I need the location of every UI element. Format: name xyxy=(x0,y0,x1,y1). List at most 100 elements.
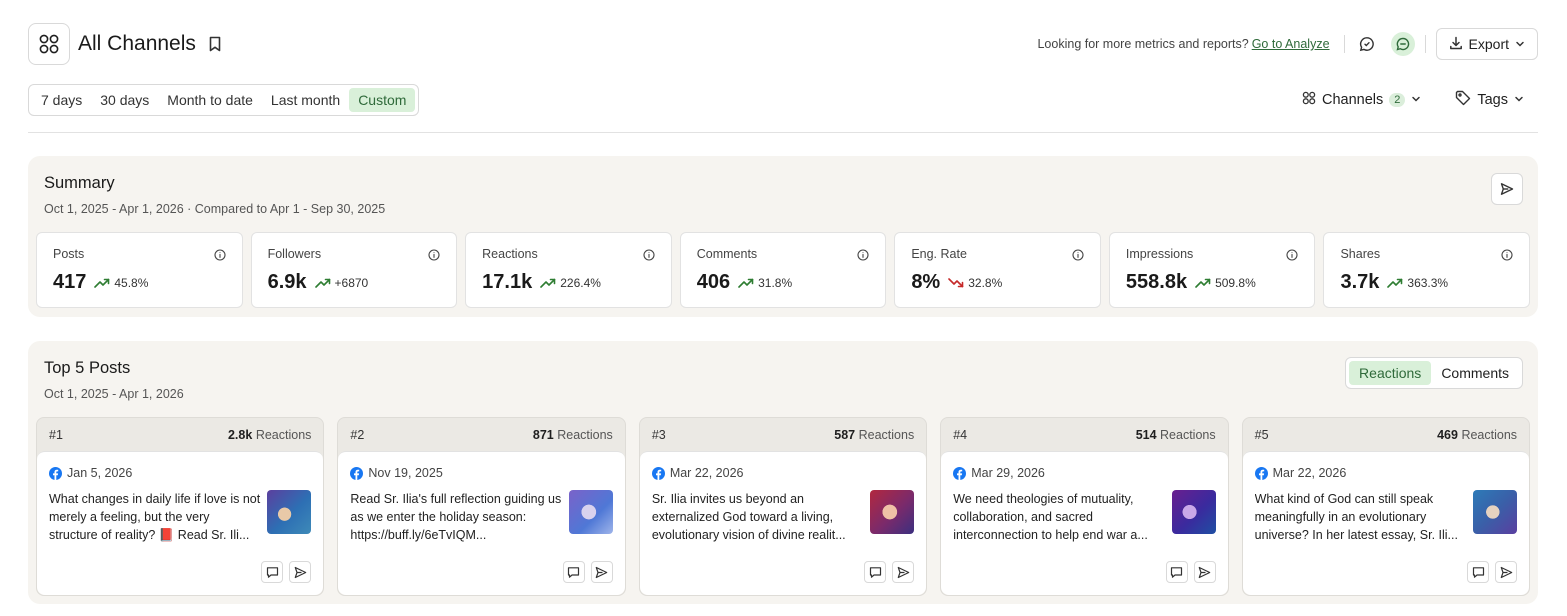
metric-value: 417 xyxy=(53,271,87,293)
posts-row: #1 2.8k Reactions Jan 5, 2026 What changes … xyxy=(36,417,1531,596)
info-icon[interactable] xyxy=(214,248,226,266)
metric-value: 8% xyxy=(911,271,941,293)
send-icon[interactable] xyxy=(590,561,613,583)
tags-filter[interactable]: Tags xyxy=(1455,90,1524,110)
metric-card-comments: Comments 406 31.8% xyxy=(679,232,887,308)
bookmark-icon[interactable] xyxy=(208,36,222,52)
range-30-days[interactable]: 30 days xyxy=(91,88,158,112)
feedback-chat-icon[interactable] xyxy=(1355,32,1379,56)
send-icon[interactable] xyxy=(1193,561,1216,583)
date-range-selector: 7 days 30 days Month to date Last month … xyxy=(28,84,420,116)
toggle-reactions[interactable]: Reactions xyxy=(1349,361,1432,385)
metric-change: 363.3% xyxy=(1407,275,1449,290)
info-icon[interactable] xyxy=(643,248,655,266)
post-rank: #4 xyxy=(953,427,968,442)
range-custom[interactable]: Custom xyxy=(349,88,416,112)
toggle-comments[interactable]: Comments xyxy=(1431,361,1519,385)
comment-icon[interactable] xyxy=(1165,561,1188,583)
channels-filter[interactable]: Channels 2 xyxy=(1302,91,1421,109)
send-icon[interactable] xyxy=(892,561,915,583)
metric-change: 509.8% xyxy=(1215,275,1256,290)
sort-metric-toggle: Reactions Comments xyxy=(1345,357,1523,389)
trend-up-icon xyxy=(314,277,331,289)
metric-card-shares: Shares 3.7k 363.3% xyxy=(1323,232,1531,308)
metric-change: 45.8% xyxy=(114,275,149,290)
metrics-row: Posts 417 45.8% Followers 6.9k +6870 Reactions… xyxy=(36,232,1531,308)
summary-panel: Summary Oct 1, 2025 - Apr 1, 2026 · Comp… xyxy=(28,156,1538,317)
trend-up-icon xyxy=(540,277,556,289)
share-summary-button[interactable] xyxy=(1491,173,1523,205)
comment-icon[interactable] xyxy=(261,561,284,583)
facebook-icon xyxy=(953,466,967,480)
channels-grid-icon[interactable] xyxy=(28,23,70,65)
top-post-card[interactable]: #3 587 Reactions Mar 22, 2026 Sr. Ilia invi… xyxy=(638,417,928,596)
metric-value: 406 xyxy=(696,271,731,293)
post-reaction-count: 587 Reactions xyxy=(834,428,914,442)
export-label: Export xyxy=(1468,36,1509,52)
metric-label: Followers xyxy=(267,247,322,261)
metric-label: Comments xyxy=(696,247,758,261)
info-icon[interactable] xyxy=(1072,248,1084,266)
post-thumbnail[interactable] xyxy=(568,490,613,534)
post-rank: #1 xyxy=(49,427,63,442)
top-post-card[interactable]: #5 469 Reactions Mar 22, 2026 What kind of … xyxy=(1241,417,1531,596)
chevron-down-icon xyxy=(1514,92,1524,108)
info-icon[interactable] xyxy=(857,248,869,266)
range-7-days[interactable]: 7 days xyxy=(32,88,91,112)
metric-card-reactions: Reactions 17.1k 226.4% xyxy=(465,232,672,308)
metric-change: +6870 xyxy=(334,275,369,290)
go-to-analyze-link[interactable]: Go to Analyze xyxy=(1252,37,1330,51)
post-metric-word: Reactions xyxy=(255,427,312,442)
top-posts-panel: Top 5 Posts Oct 1, 2025 - Apr 1, 2026 Re… xyxy=(28,341,1538,604)
post-date: Jan 5, 2026 xyxy=(67,466,133,480)
facebook-icon xyxy=(350,466,364,480)
range-month-to-date[interactable]: Month to date xyxy=(158,88,262,112)
top-post-card[interactable]: #2 871 Reactions Nov 19, 2025 Read Sr. Ilia… xyxy=(337,417,626,596)
top-posts-date-range: Oct 1, 2025 - Apr 1, 2026 xyxy=(44,387,184,401)
comment-icon[interactable] xyxy=(562,561,585,583)
range-last-month[interactable]: Last month xyxy=(262,88,349,112)
post-metric-word: Reactions xyxy=(557,427,613,442)
post-date: Mar 22, 2026 xyxy=(1272,466,1347,480)
chat-sync-icon[interactable] xyxy=(1390,32,1415,56)
metric-label: Posts xyxy=(53,247,85,261)
post-rank: #2 xyxy=(350,427,365,442)
page-header: All Channels Looking for more metrics an… xyxy=(28,23,1538,65)
post-reaction-count: 514 Reactions xyxy=(1136,428,1216,442)
post-metric-value: 2.8k xyxy=(227,427,253,442)
post-thumbnail[interactable] xyxy=(870,490,915,534)
comment-icon[interactable] xyxy=(1467,561,1490,583)
post-text: What changes in daily life if love is no… xyxy=(49,492,261,542)
metric-value: 6.9k xyxy=(267,271,307,293)
tag-icon xyxy=(1455,90,1471,110)
post-thumbnail[interactable] xyxy=(1171,490,1216,534)
top-post-card[interactable]: #4 514 Reactions Mar 29, 2026 We need theol… xyxy=(940,417,1229,596)
post-thumbnail[interactable] xyxy=(1473,490,1518,534)
post-text: We need theologies of mutuality, collabo… xyxy=(953,492,1148,542)
top-posts-title: Top 5 Posts xyxy=(44,359,131,377)
tags-filter-label: Tags xyxy=(1477,92,1508,108)
top-post-card[interactable]: #1 2.8k Reactions Jan 5, 2026 What changes … xyxy=(36,417,325,596)
post-date: Nov 19, 2025 xyxy=(368,466,443,480)
metric-label: Eng. Rate xyxy=(911,247,967,261)
post-metric-value: 469 xyxy=(1437,427,1458,442)
info-icon[interactable] xyxy=(428,248,440,266)
post-text: Sr. Ilia invites us beyond an externaliz… xyxy=(651,492,846,542)
post-thumbnail[interactable] xyxy=(267,490,312,534)
analyze-promo-text: Looking for more metrics and reports? xyxy=(1037,37,1249,51)
summary-date-range: Oct 1, 2025 - Apr 1, 2026 · Compared to … xyxy=(44,202,386,216)
post-text: Read Sr. Ilia's full reflection guiding … xyxy=(350,492,562,542)
send-icon[interactable] xyxy=(289,561,312,583)
post-metric-value: 587 xyxy=(834,427,856,442)
chevron-down-icon xyxy=(1515,36,1525,52)
export-button[interactable]: Export xyxy=(1435,28,1538,60)
post-date: Mar 29, 2026 xyxy=(971,466,1045,480)
post-rank: #3 xyxy=(651,427,666,442)
send-icon[interactable] xyxy=(1495,561,1518,583)
download-icon xyxy=(1449,36,1463,53)
trend-up-icon xyxy=(738,277,754,289)
info-icon[interactable] xyxy=(1286,248,1299,266)
comment-icon[interactable] xyxy=(864,561,887,583)
info-icon[interactable] xyxy=(1501,248,1513,266)
chevron-down-icon xyxy=(1411,92,1421,108)
